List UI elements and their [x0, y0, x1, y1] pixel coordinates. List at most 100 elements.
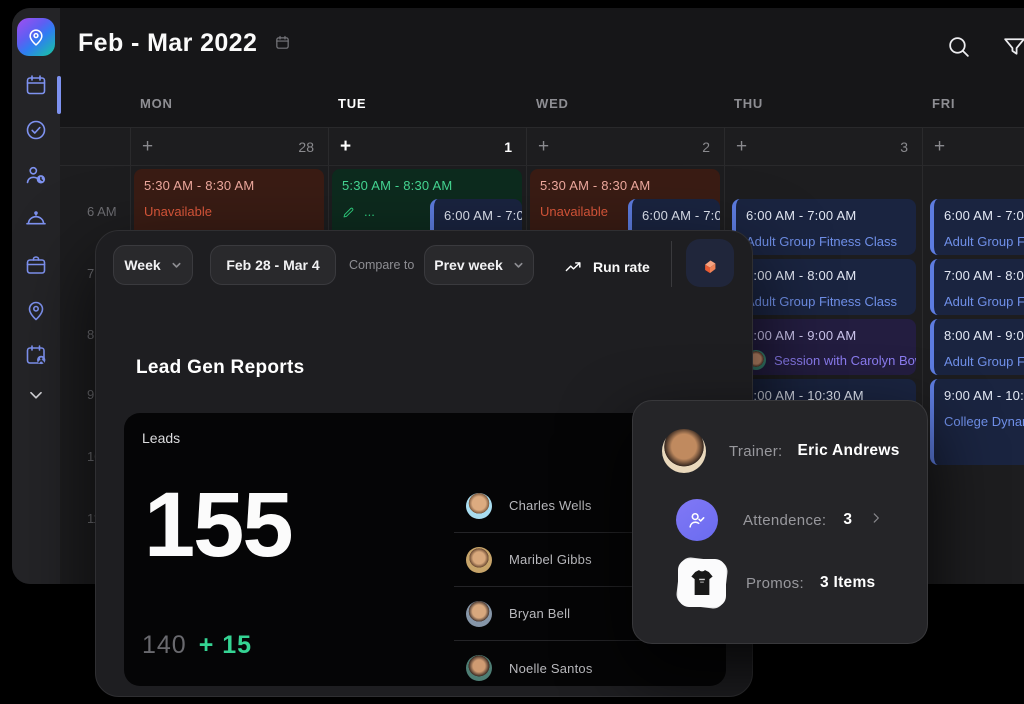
- user-clock-icon: [24, 163, 48, 187]
- date-number: 28: [298, 139, 314, 155]
- lead-name: Noelle Santos: [509, 661, 593, 676]
- orange-block-icon: [697, 250, 723, 276]
- event-time: 5:30 AM - 8:30 AM: [342, 178, 512, 193]
- date-cell-mon[interactable]: +28: [130, 128, 328, 165]
- event-time: 8:00 AM - 9:00 AM: [944, 328, 1024, 343]
- package-icon: [24, 253, 48, 277]
- session-detail-card: Trainer: Eric Andrews Attendence: 3: [632, 400, 928, 644]
- event-title-text: Unavailable: [144, 204, 212, 219]
- date-number: 1: [504, 139, 512, 155]
- leads-value: 155: [144, 479, 292, 571]
- trainer-name: Eric Andrews: [798, 442, 900, 460]
- calendar-event-class[interactable]: 9:00 AM - 10:30 AM College Dynamics: [930, 379, 1024, 465]
- toolbar-divider: [671, 241, 672, 287]
- calendar-user-icon: [24, 343, 48, 367]
- day-header-tue: TUE: [338, 96, 366, 111]
- service-bell-icon: [24, 208, 48, 232]
- pencil-icon: [342, 205, 356, 219]
- sidebar-item-package[interactable]: [23, 252, 49, 278]
- calendar-event-class[interactable]: 6:00 AM - 7:00 AMAdult Group Fitness Cla…: [930, 199, 1024, 255]
- app-logo[interactable]: [17, 18, 55, 56]
- date-range-value: Feb 28 - Mar 4: [226, 257, 319, 273]
- chevron-right-icon[interactable]: [869, 511, 883, 530]
- period-dropdown-value: Week: [124, 257, 160, 273]
- lead-name: Maribel Gibbs: [509, 552, 592, 567]
- sidebar-item-user-clock[interactable]: [23, 162, 49, 188]
- compare-dropdown-value: Prev week: [434, 257, 503, 273]
- page-title: Feb - Mar 2022: [78, 29, 257, 58]
- search-icon[interactable]: [946, 34, 971, 64]
- calendar-event-session[interactable]: 8:00 AM - 9:00 AMSession with Carolyn Bo…: [732, 319, 916, 375]
- event-title-text: Adult Group Fitness Class: [746, 294, 897, 309]
- lead-list-item[interactable]: Noelle Santos: [454, 641, 714, 686]
- sidebar-more-chevron-down-icon[interactable]: [23, 382, 49, 408]
- leads-delta-value: + 15: [199, 631, 252, 660]
- sidebar-item-map-pin[interactable]: [23, 297, 49, 323]
- leads-label: Leads: [142, 430, 180, 446]
- event-title-text: Adult Group Fitness Class: [944, 234, 1024, 249]
- date-picker-calendar-icon[interactable]: [274, 34, 291, 56]
- event-title-text: Adult Group Fitness Class: [944, 354, 1024, 369]
- sidebar-item-calendar[interactable]: [23, 72, 49, 98]
- date-cell-fri[interactable]: +: [922, 128, 1024, 165]
- lead-name: Charles Wells: [509, 498, 592, 513]
- date-cell-tue[interactable]: +1: [328, 128, 526, 165]
- person-check-icon: [686, 509, 708, 531]
- lead-name: Bryan Bell: [509, 606, 570, 621]
- integration-button[interactable]: [686, 239, 734, 287]
- trainer-label: Trainer:: [729, 443, 783, 460]
- attendance-row[interactable]: Attendence: 3: [676, 499, 883, 541]
- day-header-mon: MON: [140, 96, 173, 111]
- lead-avatar: [466, 601, 492, 627]
- panel-title: Lead Gen Reports: [136, 357, 304, 379]
- trainer-avatar: [662, 429, 706, 473]
- event-title: Adult Group Fitness Class: [746, 294, 906, 309]
- date-cell-thu[interactable]: +3: [724, 128, 922, 165]
- add-event-icon[interactable]: +: [142, 137, 153, 156]
- sidebar-item-service-bell[interactable]: [23, 207, 49, 233]
- calendar-event-class[interactable]: 7:00 AM - 8:00 AM Adult Group Fitness Cla…: [930, 259, 1024, 315]
- event-title: College Dynamics: [944, 414, 1024, 429]
- time-gutter-label: 6 AM: [87, 204, 117, 219]
- date-row: +28+1+2+3+: [60, 127, 1024, 166]
- run-rate-toggle[interactable]: Run rate: [564, 257, 650, 276]
- event-time: 9:00 AM - 10:30 AM: [944, 388, 1024, 403]
- event-time: 6:00 AM - 7:00 AM: [444, 208, 512, 223]
- calendar-event-class[interactable]: 8:00 AM - 9:00 AM Adult Group Fitness Cla…: [930, 319, 1024, 375]
- calendar-event-class[interactable]: 6:00 AM - 7:00 AMAdult Group Fitness Cla…: [732, 199, 916, 255]
- add-event-icon[interactable]: +: [736, 137, 747, 156]
- date-cell-wed[interactable]: +2: [526, 128, 724, 165]
- map-pin-icon: [24, 298, 48, 322]
- day-header-wed: WED: [536, 96, 569, 111]
- event-title-text: College Dynamics: [944, 414, 1024, 429]
- add-event-icon[interactable]: +: [538, 137, 549, 156]
- day-header-fri: FRI: [932, 96, 955, 111]
- date-number: 3: [900, 139, 908, 155]
- sidebar: [12, 8, 60, 584]
- chevron-down-icon: [513, 260, 524, 271]
- lead-avatar: [466, 655, 492, 681]
- sidebar-item-check-circle[interactable]: [23, 117, 49, 143]
- day-header-row: MONTUEWEDTHUFRI: [60, 96, 1024, 118]
- event-time: 7:00 AM - 8:00 AM: [944, 268, 1024, 283]
- filter-funnel-icon[interactable]: [1002, 34, 1024, 64]
- calendar-event-class[interactable]: 7:00 AM - 8:00 AM Adult Group Fitness Cla…: [732, 259, 916, 315]
- period-dropdown[interactable]: Week: [113, 245, 193, 285]
- event-title-text: Adult Group Fitness Class: [944, 294, 1024, 309]
- attendance-icon: [676, 499, 718, 541]
- tshirt-icon: [685, 566, 719, 600]
- event-time: 7:00 AM - 8:00 AM: [746, 268, 906, 283]
- event-time: 5:30 AM - 8:30 AM: [540, 178, 710, 193]
- sidebar-item-calendar-user[interactable]: [23, 342, 49, 368]
- event-title: Adult Group Fitness Class: [944, 294, 1024, 309]
- desktop-background: Feb - Mar 2022 MONTUEWEDTHUFRI +28+1+2+3…: [0, 0, 1024, 704]
- compare-dropdown[interactable]: Prev week: [424, 245, 534, 285]
- map-pin-logo-icon: [26, 27, 46, 47]
- add-event-icon[interactable]: +: [340, 137, 351, 156]
- date-range-button[interactable]: Feb 28 - Mar 4: [210, 245, 336, 285]
- event-time: 8:00 AM - 9:00 AM: [746, 328, 906, 343]
- add-event-icon[interactable]: +: [934, 137, 945, 156]
- date-number: 2: [702, 139, 710, 155]
- event-time: 6:00 AM - 7:00 AM: [642, 208, 710, 223]
- promo-thumbnail: [678, 559, 726, 607]
